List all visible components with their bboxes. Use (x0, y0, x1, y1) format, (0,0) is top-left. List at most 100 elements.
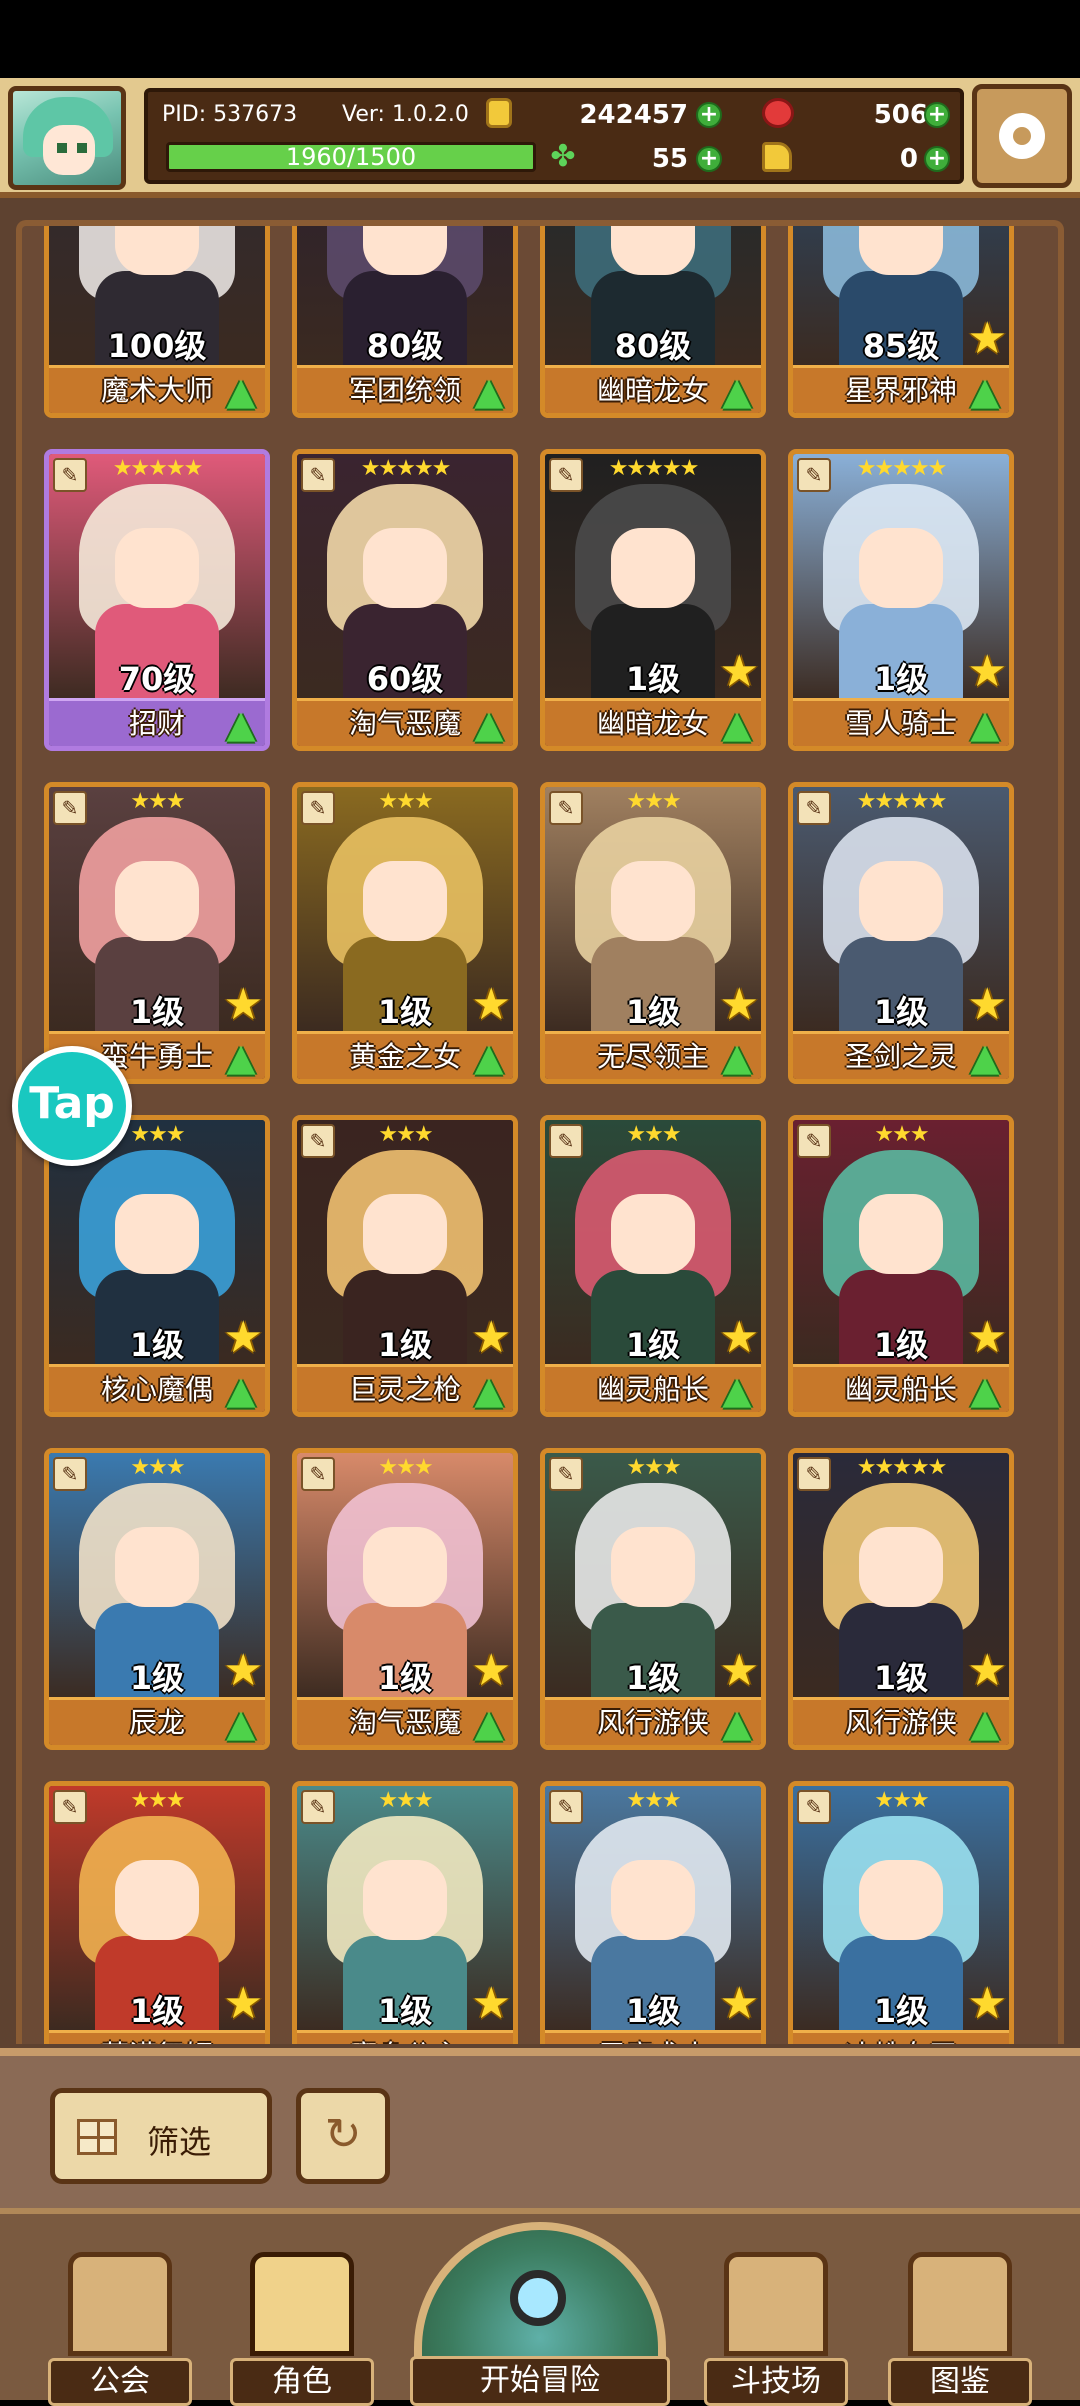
level-up-arrow-icon: ▲ (226, 702, 256, 746)
character-card[interactable]: ★★★ ✎ 1级 ★ 无尽领主 ▲ (540, 782, 766, 1084)
class-icon: ✎ (53, 458, 87, 492)
exp-text: 1960/1500 (285, 143, 417, 171)
character-card[interactable]: 100级 魔术大师 ▲ (44, 226, 270, 418)
filter-label: 筛选 (147, 2123, 212, 2161)
character-card[interactable]: ★★★★★ ✎ 60级 淘气恶魔 ▲ (292, 449, 518, 751)
add-hand-button[interactable]: + (924, 146, 950, 172)
character-card[interactable]: 80级 军团统领 ▲ (292, 226, 518, 418)
star-upgrade-icon: ★ (967, 1645, 1007, 1696)
book-icon (908, 2252, 1012, 2356)
start-adventure-button[interactable]: 开始冒险 (410, 2222, 670, 2406)
clover-icon: ✤ (550, 139, 576, 174)
character-card[interactable]: ★★★ ✎ 1级 ★ 风行游侠 ▲ (540, 1448, 766, 1750)
class-icon: ✎ (797, 791, 831, 825)
character-card[interactable]: ★★★ ✎ 1级 ★ 辰龙 ▲ (44, 1448, 270, 1750)
avatar-eye (77, 143, 87, 153)
nav-character-label: 角色 (230, 2358, 374, 2406)
level-up-arrow-icon: ▲ (970, 369, 1000, 413)
portrait-face (115, 1194, 199, 1274)
avatar-eye (57, 143, 67, 153)
star-upgrade-icon: ★ (719, 979, 759, 1030)
character-card[interactable]: ★★★★★ ✎ 1级 ★ 雪人骑士 ▲ (788, 449, 1014, 751)
level-up-arrow-icon: ▲ (970, 702, 1000, 746)
portrait-face (859, 861, 943, 941)
class-icon: ✎ (549, 1457, 583, 1491)
version-label: Ver: 1.0.2.0 (342, 102, 469, 127)
character-card[interactable]: ★★★ ✎ 1级 ★ 幽灵船长 ▲ (540, 1115, 766, 1417)
character-card[interactable]: ★★★✎1级★巨魔术士▲ (540, 1781, 766, 2044)
character-card[interactable]: ★★★★★ ✎ 1级 ★ 圣剑之灵 ▲ (788, 782, 1014, 1084)
star-upgrade-icon: ★ (471, 1312, 511, 1363)
start-adventure-label: 开始冒险 (410, 2356, 670, 2406)
character-card[interactable]: 80级 幽暗龙女 ▲ (540, 226, 766, 418)
character-card[interactable]: ★★★ ✎ 1级 ★ 幽灵船长 ▲ (788, 1115, 1014, 1417)
portrait-face (115, 226, 199, 275)
star-upgrade-icon: ★ (223, 979, 263, 1030)
portrait-face (363, 226, 447, 275)
settings-button[interactable] (972, 84, 1072, 188)
guild-house-icon (68, 2252, 172, 2356)
class-icon: ✎ (549, 458, 583, 492)
character-card[interactable]: ★★★★★ ✎ 70级 招财 ▲ (44, 449, 270, 751)
level-up-arrow-icon: ▲ (474, 1035, 504, 1079)
refresh-button[interactable]: ↻ (296, 2088, 390, 2184)
class-icon: ✎ (301, 1124, 335, 1158)
character-card[interactable]: ★★★ ✎ 1级 ★ 淘气恶魔 ▲ (292, 1448, 518, 1750)
star-upgrade-icon: ★ (471, 979, 511, 1030)
nav-guild[interactable]: 公会 (48, 2252, 192, 2406)
nav-codex-label: 图鉴 (888, 2358, 1032, 2406)
class-icon: ✎ (53, 1790, 87, 1824)
character-level: 80级 (614, 327, 692, 365)
filter-button[interactable]: 筛选 (50, 2088, 272, 2184)
gold-amount: 242457 (579, 100, 688, 130)
add-clover-button[interactable]: + (696, 146, 722, 172)
exp-bar: 1960/1500 (166, 142, 536, 172)
character-card[interactable]: 85级 ★ 星界邪神 ▲ (788, 226, 1014, 418)
class-icon: ✎ (549, 1790, 583, 1824)
nav-character[interactable]: 角色 (230, 2252, 374, 2406)
character-card[interactable]: ★★★ ✎ 1级 ★ 巨灵之枪 ▲ (292, 1115, 518, 1417)
nav-arena[interactable]: 斗技场 (704, 2252, 848, 2406)
red-gem-icon (762, 98, 794, 128)
portrait-face (611, 226, 695, 275)
character-card[interactable]: ★★★ ✎ 1级 ★ 黄金之女 ▲ (292, 782, 518, 1084)
character-card[interactable]: ★★★✎1级★荒漠舞姬▲ (44, 1781, 270, 2044)
nav-guild-label: 公会 (48, 2358, 192, 2406)
star-upgrade-icon: ★ (471, 1645, 511, 1696)
class-icon: ✎ (797, 1457, 831, 1491)
character-card[interactable]: ★★★ ✎ 1级 ★ 蛮牛勇士 ▲ (44, 782, 270, 1084)
portrait-face (611, 1527, 695, 1607)
level-up-arrow-icon: ▲ (226, 1368, 256, 1412)
star-upgrade-icon: ★ (719, 1312, 759, 1363)
level-up-arrow-icon: ▲ (226, 369, 256, 413)
character-card[interactable]: ★★★★★ ✎ 1级 ★ 风行游侠 ▲ (788, 1448, 1014, 1750)
hand-amount: 0 (899, 144, 918, 174)
settings-gear-hole (1013, 127, 1031, 145)
add-gold-button[interactable]: + (696, 102, 722, 128)
star-upgrade-icon: ★ (967, 1312, 1007, 1363)
level-up-arrow-icon: ▲ (970, 1035, 1000, 1079)
character-card[interactable]: ★★★✎1级★冰蛛女王▲ (788, 1781, 1014, 2044)
class-icon: ✎ (797, 1790, 831, 1824)
character-grid[interactable]: 100级 魔术大师 ▲ 80级 军团统领 ▲ 80级 幽暗龙女 ▲ 85级 ★ 星界邪神 ▲ ★★★★★ ✎… (16, 220, 1064, 2044)
star-upgrade-icon: ★ (223, 1978, 263, 2029)
top-header: PID: 537673 Ver: 1.0.2.0 242457 + 506 + … (0, 78, 1080, 198)
star-upgrade-icon: ★ (719, 1978, 759, 2029)
star-upgrade-icon: ★ (719, 1645, 759, 1696)
nav-codex[interactable]: 图鉴 (888, 2252, 1032, 2406)
gem-amount: 506 (873, 100, 928, 130)
add-gem-button[interactable]: + (924, 102, 950, 128)
character-card[interactable]: ★★★✎1级★鹰身公主▲ (292, 1781, 518, 2044)
level-up-arrow-icon: ▲ (722, 1035, 752, 1079)
player-avatar[interactable] (8, 86, 126, 190)
system-status-bar (0, 0, 1080, 78)
class-icon: ✎ (301, 1457, 335, 1491)
tap-floating-button[interactable]: Tap (12, 1046, 132, 1166)
bottom-navigation: 公会 角色 开始冒险 斗技场 图鉴 (0, 2208, 1080, 2406)
character-card[interactable]: ★★★★★ ✎ 1级 ★ 幽暗龙女 ▲ (540, 449, 766, 751)
gold-coin-icon (486, 98, 512, 128)
portrait-face (859, 226, 943, 275)
refresh-icon: ↻ (324, 2109, 362, 2160)
level-up-arrow-icon: ▲ (474, 1368, 504, 1412)
portrait-face (115, 1860, 199, 1940)
